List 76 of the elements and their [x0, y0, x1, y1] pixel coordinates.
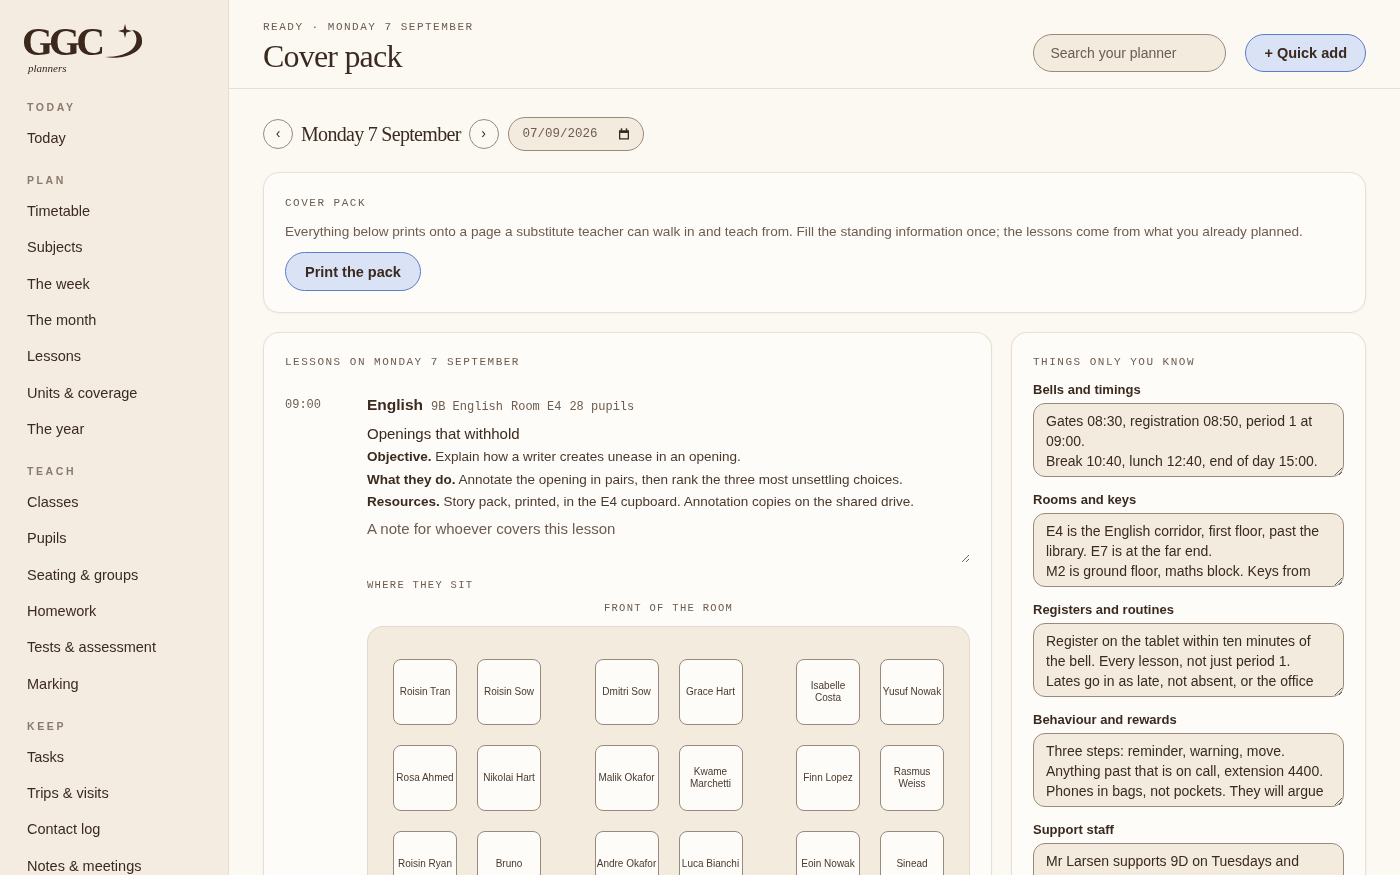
lesson-time: 09:00	[285, 397, 322, 414]
pupil-seat: Isabelle Costa	[796, 658, 860, 725]
pupil-seat: Roisin Ryan	[393, 830, 457, 875]
pupil-seat: Eoin Nowak	[796, 830, 860, 875]
lesson-detail: Objective. Explain how a writer creates unease in an opening.	[367, 448, 742, 466]
nav-link[interactable]: Lessons	[27, 347, 81, 366]
cover-note-field[interactable]: A note for whoever covers this lesson	[367, 514, 970, 563]
lesson-meta: Room E4	[511, 399, 562, 416]
nav-link[interactable]: Subjects	[27, 238, 83, 257]
nav-link[interactable]: Trips & visits	[27, 783, 109, 802]
field-label: Registers and routines	[1033, 602, 1174, 618]
field-label: Support staff	[1033, 822, 1114, 838]
info-text-field[interactable]: Gates 08:30, registration 08:50, period 1 at 09:00. Break 10:40, lunch 12:40, end of day 15:00.	[1033, 403, 1344, 477]
date-field[interactable]: 07/09/2026	[507, 117, 644, 151]
pupil-seat: Finn Lopez	[796, 744, 860, 811]
nav-section-label: PLAN	[27, 173, 66, 187]
card-description: Everything below prints onto a page a substitute teacher can walk in and teach from. Fill the standing information once; the lessons come from what you already planned.	[285, 223, 1303, 241]
lesson-detail: What they do. Annotate the opening in pairs, then rank the three most unsettling choices.	[367, 470, 904, 489]
page-title: Cover pack	[263, 37, 402, 75]
info-text-field[interactable]: E4 is the English corridor, first floor, past the library. E7 is at the far end. M2 is ground floor, maths block. Keys from	[1033, 513, 1344, 587]
nav-link[interactable]: Today	[27, 129, 66, 147]
nav-link[interactable]: Units & coverage	[27, 383, 138, 402]
nav-link[interactable]: Tasks	[27, 747, 65, 766]
nav-link[interactable]: The year	[27, 419, 85, 438]
seating-heading: WHERE THEY SIT	[367, 577, 474, 592]
nav-link[interactable]: Notes & meetings	[27, 856, 142, 875]
lesson-title: Openings that withhold	[367, 424, 520, 444]
pupil-seat: Bruno	[477, 830, 541, 875]
nav-link[interactable]: Timetable	[27, 202, 91, 220]
pupil-seat: Roisin Sow	[477, 658, 541, 725]
nav-link[interactable]: Tests & assessment	[27, 638, 156, 657]
info-text-field[interactable]: Mr Larsen supports 9D on Tuesdays and	[1033, 843, 1344, 875]
field-label: Behaviour and rewards	[1033, 712, 1177, 728]
pupil-seat: Nikolai Hart	[477, 744, 541, 811]
nav-link[interactable]: Homework	[27, 601, 97, 620]
logo-wordmark: GGC	[22, 22, 102, 62]
field-label: Bells and timings	[1033, 382, 1141, 398]
nav-section-label: TEACH	[27, 463, 77, 478]
status-line: READY · MONDAY 7 SEPTEMBER	[263, 20, 474, 34]
logo-tagline: planners	[28, 62, 67, 74]
front-of-room-label: FRONT OF THE ROOM	[603, 600, 734, 615]
pupil-seat: Sinead	[880, 830, 944, 875]
info-text-field[interactable]: Three steps: reminder, warning, move. Anything past that is on call, extension 4400. Phones in bags, not pockets. They will argue	[1033, 733, 1344, 807]
card-heading: THINGS ONLY YOU KNOW	[1033, 355, 1197, 369]
nav-link[interactable]: Marking	[27, 674, 79, 693]
day-label: Monday 7 September	[301, 122, 461, 146]
print-button[interactable]: Print the pack	[285, 252, 421, 291]
search-field[interactable]: Search your planner	[1033, 34, 1227, 72]
nav-link[interactable]: The week	[27, 274, 90, 293]
lesson-subject: English	[367, 395, 423, 415]
quick-add-button[interactable]: + Quick add	[1245, 34, 1366, 72]
pupil-seat: Roisin Tran	[393, 658, 457, 725]
calendar-icon[interactable]	[617, 128, 630, 140]
pupil-seat: Andre Okafor	[594, 830, 659, 875]
lesson-meta: 9B English	[431, 399, 503, 416]
nav-link[interactable]: The month	[27, 311, 97, 329]
card-heading: COVER PACK	[285, 196, 366, 210]
lesson-detail: Resources. Story pack, printed, in the E4 cupboard. Annotation copies on the shared drive.	[367, 493, 915, 511]
nav-section-label: TODAY	[27, 100, 76, 114]
pupil-seat: Kwame Marchetti	[678, 744, 743, 811]
pupil-seat: Grace Hart	[678, 658, 743, 725]
pupil-seat: Yusuf Nowak	[880, 658, 944, 725]
pupil-seat: Rasmus Weiss	[880, 744, 944, 811]
nav-link[interactable]: Contact log	[27, 820, 101, 839]
nav-section-label: KEEP	[27, 718, 66, 733]
pupil-seat: Luca Bianchi	[678, 830, 743, 875]
nav-link[interactable]: Pupils	[27, 529, 67, 548]
field-label: Rooms and keys	[1033, 492, 1137, 508]
lesson-meta: 28 pupils	[569, 399, 635, 416]
pupil-seat: Rosa Ahmed	[393, 744, 457, 811]
card-heading: LESSONS ON MONDAY 7 SEPTEMBER	[285, 355, 521, 369]
pupil-seat: Malik Okafor	[594, 744, 659, 811]
pupil-seat: Dmitri Sow	[594, 658, 659, 725]
nav-link[interactable]: Classes	[27, 492, 79, 511]
info-text-field[interactable]: Register on the tablet within ten minutes of the bell. Every lesson, not just period 1. Lates go in as late, not absent, or the office	[1033, 623, 1344, 697]
nav-link[interactable]: Seating & groups	[27, 565, 139, 584]
